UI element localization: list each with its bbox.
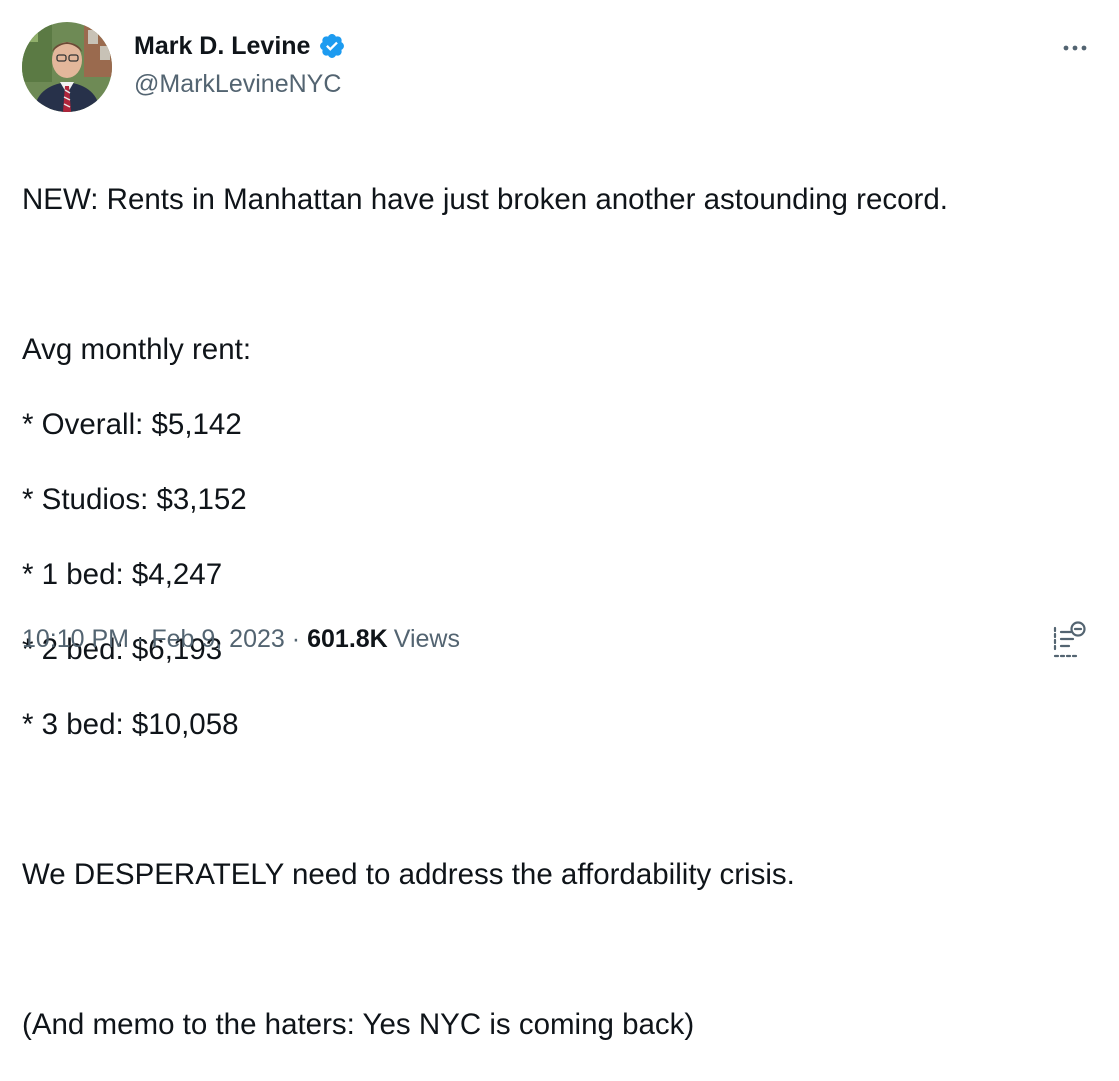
tweet-time[interactable]: 10:10 PM xyxy=(22,622,129,656)
rent-item-overall: * Overall: $5,142 xyxy=(22,407,242,441)
rent-heading: Avg monthly rent: xyxy=(22,332,252,366)
tweet-line-crisis: We DESPERATELY need to address the affor… xyxy=(22,857,795,891)
more-options-icon xyxy=(1063,45,1087,51)
author-name-row: Mark D. Levine xyxy=(134,30,346,62)
tweet-line-headline: NEW: Rents in Manhattan have just broken… xyxy=(22,182,948,216)
views-count: 601.8K xyxy=(307,625,388,653)
tweet-meta: 10:10 PM · Feb 9, 2023 · 601.8K Views xyxy=(22,622,460,656)
meta-separator: · xyxy=(291,625,301,653)
avatar-image xyxy=(22,22,112,112)
rent-item-3-bed: * 3 bed: $10,058 xyxy=(22,707,239,741)
display-name[interactable]: Mark D. Levine xyxy=(134,30,310,62)
avatar[interactable] xyxy=(22,22,112,112)
tweet-line-memo: (And memo to the haters: Yes NYC is comi… xyxy=(22,1007,695,1041)
tweet-card: Mark D. Levine @MarkLevineNYC NEW: Rents… xyxy=(0,0,1119,1041)
analytics-icon[interactable] xyxy=(1051,620,1087,658)
tweet-body: NEW: Rents in Manhattan have just broken… xyxy=(22,143,1082,1081)
verified-badge-icon[interactable] xyxy=(318,32,346,60)
tweet-date[interactable]: Feb 9, 2023 xyxy=(151,622,284,656)
meta-separator: · xyxy=(136,625,145,653)
rent-item-1-bed: * 1 bed: $4,247 xyxy=(22,557,223,591)
rent-item-studios: * Studios: $3,152 xyxy=(22,482,247,516)
author-handle[interactable]: @MarkLevineNYC xyxy=(134,68,341,100)
more-options-button[interactable] xyxy=(1059,34,1091,62)
views-label: Views xyxy=(393,625,460,653)
